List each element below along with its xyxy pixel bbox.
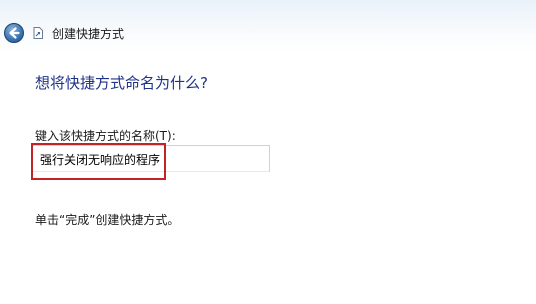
title-bar: 创建快捷方式 xyxy=(0,0,536,52)
create-shortcut-window: 创建快捷方式 想将快捷方式命名为什么? 键入该快捷方式的名称(T): 强行关闭无… xyxy=(0,0,536,304)
shortcut-icon xyxy=(33,27,43,39)
back-button[interactable] xyxy=(4,23,24,43)
finish-instruction: 单击“完成”创建快捷方式。 xyxy=(35,213,180,227)
shortcut-name-label: 键入该快捷方式的名称(T): xyxy=(35,129,176,143)
window-title: 创建快捷方式 xyxy=(52,27,125,41)
page-heading: 想将快捷方式命名为什么? xyxy=(35,74,208,92)
back-arrow-icon xyxy=(9,27,20,39)
red-highlight-annotation xyxy=(31,143,166,180)
